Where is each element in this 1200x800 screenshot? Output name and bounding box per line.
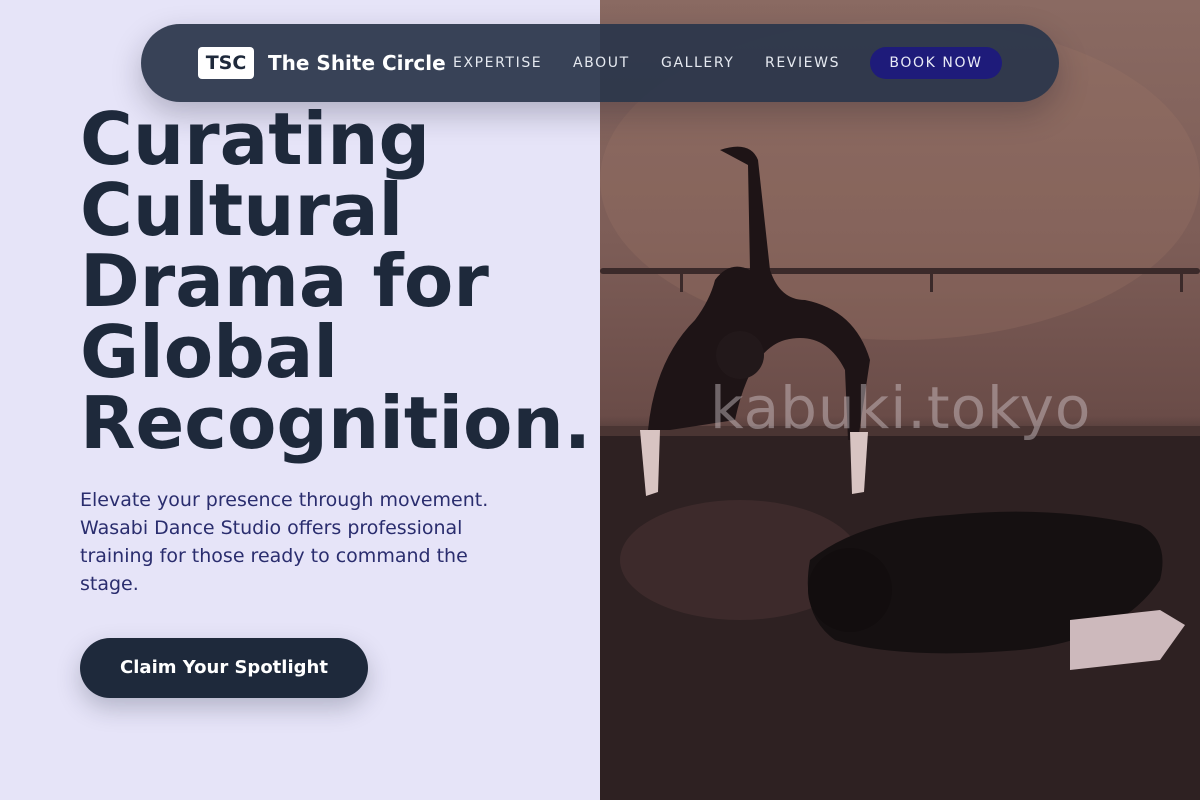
nav-link-about[interactable]: ABOUT [573,52,630,74]
logo-badge[interactable]: TSC [198,47,254,79]
brand-name[interactable]: The Shite Circle [268,49,446,77]
book-now-button[interactable]: BOOK NOW [870,47,1002,79]
watermark-text: kabuki.tokyo [710,374,1092,442]
hero-subtitle: Elevate your presence through movement. … [80,489,489,595]
nav-link-expertise[interactable]: EXPERTISE [453,52,542,74]
claim-spotlight-button[interactable]: Claim Your Spotlight [80,638,368,698]
nav-link-gallery[interactable]: GALLERY [661,52,734,74]
landing-page: kabuki.tokyo TSC The Shite Circle EXPERT… [0,0,1200,800]
hero-title: Curating Cultural Drama for Global Recog… [80,97,592,465]
hero-photo: kabuki.tokyo [600,0,1200,800]
nav-link-reviews[interactable]: REVIEWS [765,52,840,74]
top-navbar: TSC The Shite Circle EXPERTISE ABOUT GAL… [141,24,1059,102]
